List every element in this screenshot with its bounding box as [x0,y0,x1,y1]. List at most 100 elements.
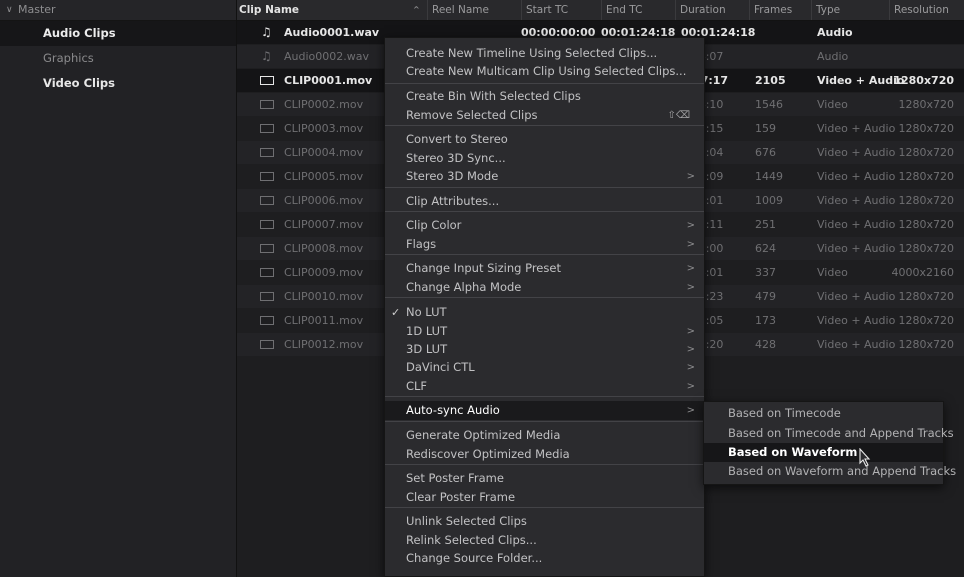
menu-item-1d-lut[interactable]: 1D LUT > [385,322,704,341]
menu-item-auto-sync-audio[interactable]: Auto-sync Audio > [385,401,704,420]
menu-item-label: Unlink Selected Clips [406,514,527,528]
bin-video-clips[interactable]: Video Clips [0,71,236,96]
menu-item-set-poster-frame[interactable]: Set Poster Frame [385,469,704,488]
chevron-right-icon: > [686,239,695,250]
video-file-icon [260,292,274,301]
menu-item-unlink-selected-clips[interactable]: Unlink Selected Clips [385,512,704,531]
menu-item-create-bin-with-selected-clips[interactable]: Create Bin With Selected Clips [385,87,704,106]
menu-item-label: Create New Timeline Using Selected Clips… [406,46,658,60]
cell-frames: 1009 [755,194,783,207]
mouse-cursor-icon [859,448,871,467]
cell-frames: 676 [755,146,776,159]
cell-clip-name: CLIP0002.mov [284,98,364,111]
cell-frames: 624 [755,242,776,255]
menu-item-label: Convert to Stereo [406,132,508,146]
cell-clip-name: CLIP0003.mov [284,122,364,135]
auto-sync-audio-submenu: Based on Timecode Based on Timecode and A… [703,401,956,485]
menu-separator [385,125,704,126]
video-file-icon [260,172,274,181]
bin-graphics[interactable]: Graphics [0,46,236,71]
menu-item-label: Set Poster Frame [406,471,504,485]
bin-master-header[interactable]: ∨ Master [0,0,236,21]
audio-file-icon: ♫ [261,49,272,63]
column-header-end-tc[interactable]: End TC [601,0,675,20]
cell-resolution: 1280x720 [898,314,955,327]
cell-clip-name: CLIP0010.mov [284,290,364,303]
submenu-item-based-on-timecode[interactable]: Based on Timecode [704,404,943,423]
menu-separator [385,421,704,422]
bin-master-label: Master [18,3,56,16]
chevron-right-icon: > [686,282,695,293]
menu-item-rediscover-optimized-media[interactable]: Rediscover Optimized Media [385,445,704,464]
cell-frames: 251 [755,218,776,231]
menu-item-label: No LUT [406,305,447,319]
menu-item-label: 3D LUT [406,342,448,356]
menu-item-label: Auto-sync Audio [406,403,500,417]
column-header-resolution[interactable]: Resolution [889,0,964,20]
column-header-start-tc[interactable]: Start TC [521,0,601,20]
menu-item-generate-optimized-media[interactable]: Generate Optimized Media [385,426,704,445]
cell-frames: 1546 [755,98,783,111]
menu-item-stereo-3d-mode[interactable]: Stereo 3D Mode > [385,167,704,186]
menu-item-label: Remove Selected Clips [406,108,538,122]
video-file-icon [260,244,274,253]
menu-item-no-lut[interactable]: ✓ No LUT [385,303,704,322]
menu-item-clear-poster-frame[interactable]: Clear Poster Frame [385,488,704,507]
menu-item-label: Relink Selected Clips... [406,533,537,547]
column-header-reel-name[interactable]: Reel Name [427,0,513,20]
menu-item-change-input-sizing-preset[interactable]: Change Input Sizing Preset > [385,259,704,278]
column-label: Clip Name [239,4,300,16]
cell-resolution: 1280x720 [898,242,955,255]
menu-item-clf[interactable]: CLF > [385,377,704,396]
menu-item-convert-to-stereo[interactable]: Convert to Stereo [385,130,704,149]
bin-audio-clips[interactable]: Audio Clips [0,21,236,46]
menu-separator [385,507,704,508]
menu-item-label: Create New Multicam Clip Using Selected … [406,64,687,78]
column-header-type[interactable]: Type [811,0,889,20]
cell-clip-name: CLIP0006.mov [284,194,364,207]
cell-type: Video + Audio [817,74,905,87]
submenu-item-based-on-waveform[interactable]: Based on Waveform [704,443,943,462]
menu-item-create-new-timeline-using-selected-clips[interactable]: Create New Timeline Using Selected Clips… [385,44,704,63]
menu-item-label: Clear Poster Frame [406,490,516,504]
cell-resolution: 1280x720 [898,290,955,303]
column-header-clip-name[interactable]: Clip Name ^ [237,0,420,20]
cell-resolution: 1280x720 [898,146,955,159]
submenu-item-based-on-timecode-and-append-tracks[interactable]: Based on Timecode and Append Tracks [704,424,954,443]
cell-frames: 1449 [755,170,783,183]
menu-item-change-alpha-mode[interactable]: Change Alpha Mode > [385,278,704,297]
menu-item-flags[interactable]: Flags > [385,235,704,254]
column-header-frames[interactable]: Frames [749,0,811,20]
video-file-icon [260,220,274,229]
chevron-down-icon[interactable]: ∨ [6,0,13,20]
menu-item-davinci-ctl[interactable]: DaVinci CTL > [385,358,704,377]
menu-separator [385,211,704,212]
table-header: Clip Name ^ Reel Name Start TC End TC Du… [237,0,964,21]
menu-item-clip-color[interactable]: Clip Color > [385,216,704,235]
cell-type: Video [817,98,848,111]
cell-resolution: 1280x720 [898,122,955,135]
video-file-icon [260,268,274,277]
submenu-item-based-on-waveform-and-append-tracks[interactable]: Based on Waveform and Append Tracks [704,462,956,481]
menu-item-3d-lut[interactable]: 3D LUT > [385,340,704,359]
menu-item-remove-selected-clips[interactable]: Remove Selected Clips ⇧⌫ [385,106,704,125]
menu-item-relink-selected-clips[interactable]: Relink Selected Clips... [385,531,704,550]
cell-frames: 2105 [755,74,786,87]
menu-item-stereo-3d-sync[interactable]: Stereo 3D Sync... [385,149,704,168]
menu-item-clip-attributes[interactable]: Clip Attributes... [385,192,704,211]
menu-item-label: Flags [406,237,437,251]
video-file-icon [260,196,274,205]
cell-type: Video + Audio [817,338,896,351]
menu-item-label: Clip Attributes... [406,194,500,208]
cell-resolution: 4000x2160 [891,266,955,279]
cell-frames: 159 [755,122,776,135]
cell-resolution: 1280x720 [898,218,955,231]
column-header-duration[interactable]: Duration [675,0,749,20]
cell-resolution: 1280x720 [898,194,955,207]
chevron-right-icon: > [686,220,695,231]
cell-type: Video + Audio [817,218,896,231]
menu-item-label: Create Bin With Selected Clips [406,89,581,103]
menu-item-create-new-multicam-clip-using-selected-clips[interactable]: Create New Multicam Clip Using Selected … [385,62,704,81]
menu-item-change-source-folder[interactable]: Change Source Folder... [385,549,704,568]
menu-item-label: 1D LUT [406,324,448,338]
